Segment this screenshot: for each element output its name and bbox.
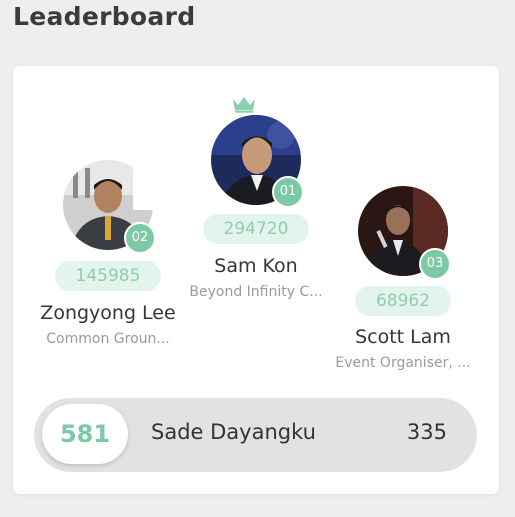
current-user-row[interactable]: 581 Sade Dayangku 335	[34, 398, 477, 472]
rank-badge-second: 02	[124, 222, 156, 254]
player-org-third: Event Organiser, ...	[335, 355, 471, 371]
player-org-second: Common Groun...	[46, 331, 170, 347]
rank-badge-third: 03	[419, 248, 451, 280]
current-user-name: Sade Dayangku	[151, 420, 316, 444]
crown-icon	[233, 97, 255, 113]
current-user-score: 335	[406, 420, 447, 444]
score-second: 145985	[55, 261, 161, 291]
player-name-third[interactable]: Scott Lam	[333, 326, 473, 348]
rank-badge-first: 01	[272, 176, 304, 208]
page-title: Leaderboard	[13, 2, 196, 31]
player-name-first[interactable]: Sam Kon	[186, 255, 326, 277]
score-third: 68962	[355, 286, 451, 316]
current-user-rank: 581	[42, 404, 128, 464]
score-first: 294720	[203, 214, 309, 244]
player-org-first: Beyond Infinity C...	[189, 284, 323, 300]
player-name-second[interactable]: Zongyong Lee	[38, 302, 178, 324]
